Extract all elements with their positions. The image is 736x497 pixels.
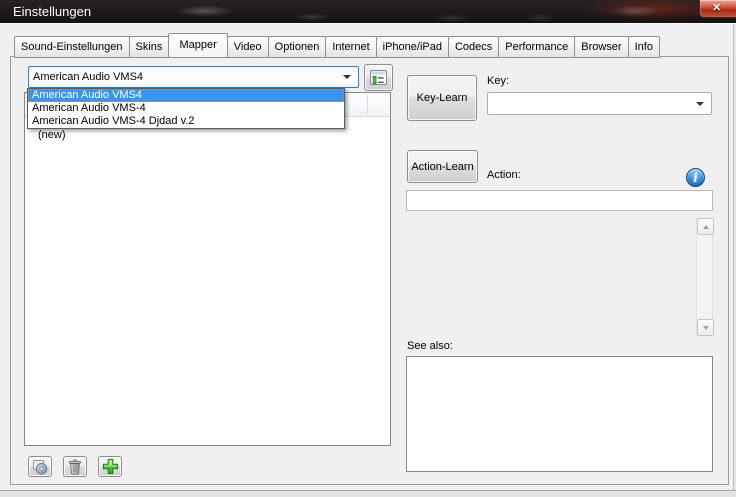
tab-codecs[interactable]: Codecs [447, 36, 500, 58]
list-window-icon [370, 70, 387, 85]
settings-dialog: Einstellungen ✕ Sound-Einstellungen Skin… [0, 0, 736, 497]
see-also-label: See also: [407, 340, 453, 352]
device-dropdown-list: American Audio VMS4 American Audio VMS-4… [27, 88, 345, 129]
window-title: Einstellungen [13, 4, 92, 19]
key-learn-label: Key-Learn [416, 92, 468, 104]
tab-internet[interactable]: Internet [325, 36, 377, 58]
dropdown-item-0[interactable]: American Audio VMS4 [28, 89, 344, 102]
action-label: Action: [487, 169, 521, 181]
see-also-listbox[interactable] [406, 356, 713, 472]
close-button[interactable]: ✕ [699, 0, 736, 18]
trash-icon [68, 458, 82, 474]
scroll-up-icon [702, 224, 709, 229]
info-icon[interactable]: i [686, 168, 705, 187]
export-mapper-button[interactable] [28, 456, 52, 477]
list-item-new[interactable]: (new) [38, 128, 66, 142]
tab-performance[interactable]: Performance [498, 36, 576, 58]
key-combobox-value [492, 93, 689, 114]
key-label: Key: [487, 75, 510, 87]
action-learn-button[interactable]: Action-Learn [407, 150, 478, 183]
close-icon: ✕ [712, 2, 722, 14]
action-learn-label: Action-Learn [411, 160, 474, 173]
tab-browser[interactable]: Browser [574, 36, 629, 58]
add-mapper-button[interactable] [98, 456, 122, 477]
tab-mapper[interactable]: Mapper [168, 33, 228, 58]
tab-iphone-ipad[interactable]: iPhone/iPad [375, 36, 449, 58]
title-bar[interactable]: Einstellungen [0, 0, 736, 24]
tab-info[interactable]: Info [627, 36, 660, 58]
tab-optionen[interactable]: Optionen [267, 36, 327, 58]
window-frame-bottom [0, 490, 736, 497]
device-combobox-value: American Audio VMS4 [33, 71, 144, 83]
key-learn-button[interactable]: Key-Learn [407, 75, 477, 121]
key-combobox[interactable] [487, 92, 712, 115]
scroll-down-button[interactable] [697, 319, 714, 336]
tab-sound-einstellungen[interactable]: Sound-Einstellungen [14, 36, 130, 58]
dropdown-item-2[interactable]: American Audio VMS-4 Djdad v.2 [28, 115, 344, 128]
dropdown-arrow-icon [343, 75, 351, 79]
info-icon-glyph: i [693, 170, 698, 185]
mappings-listview[interactable]: (new) [24, 92, 391, 446]
mapper-device-combobox[interactable]: American Audio VMS4 [28, 66, 359, 88]
action-input[interactable] [406, 190, 713, 211]
plus-icon [102, 459, 118, 474]
scroll-down-icon [702, 325, 709, 330]
delete-mapper-button[interactable] [63, 456, 87, 477]
description-scrollbar[interactable] [696, 218, 714, 336]
window-disc-icon [33, 459, 48, 475]
tab-video[interactable]: Video [226, 36, 269, 58]
mapping-list-button[interactable] [364, 64, 393, 91]
dropdown-arrow-icon [696, 101, 704, 106]
listview-header-separator [367, 95, 368, 114]
dropdown-item-1[interactable]: American Audio VMS-4 [28, 102, 344, 115]
tab-strip: Sound-Einstellungen Skins Mapper Video O… [14, 33, 660, 58]
tab-skins[interactable]: Skins [128, 36, 170, 58]
scroll-up-button[interactable] [697, 218, 714, 235]
